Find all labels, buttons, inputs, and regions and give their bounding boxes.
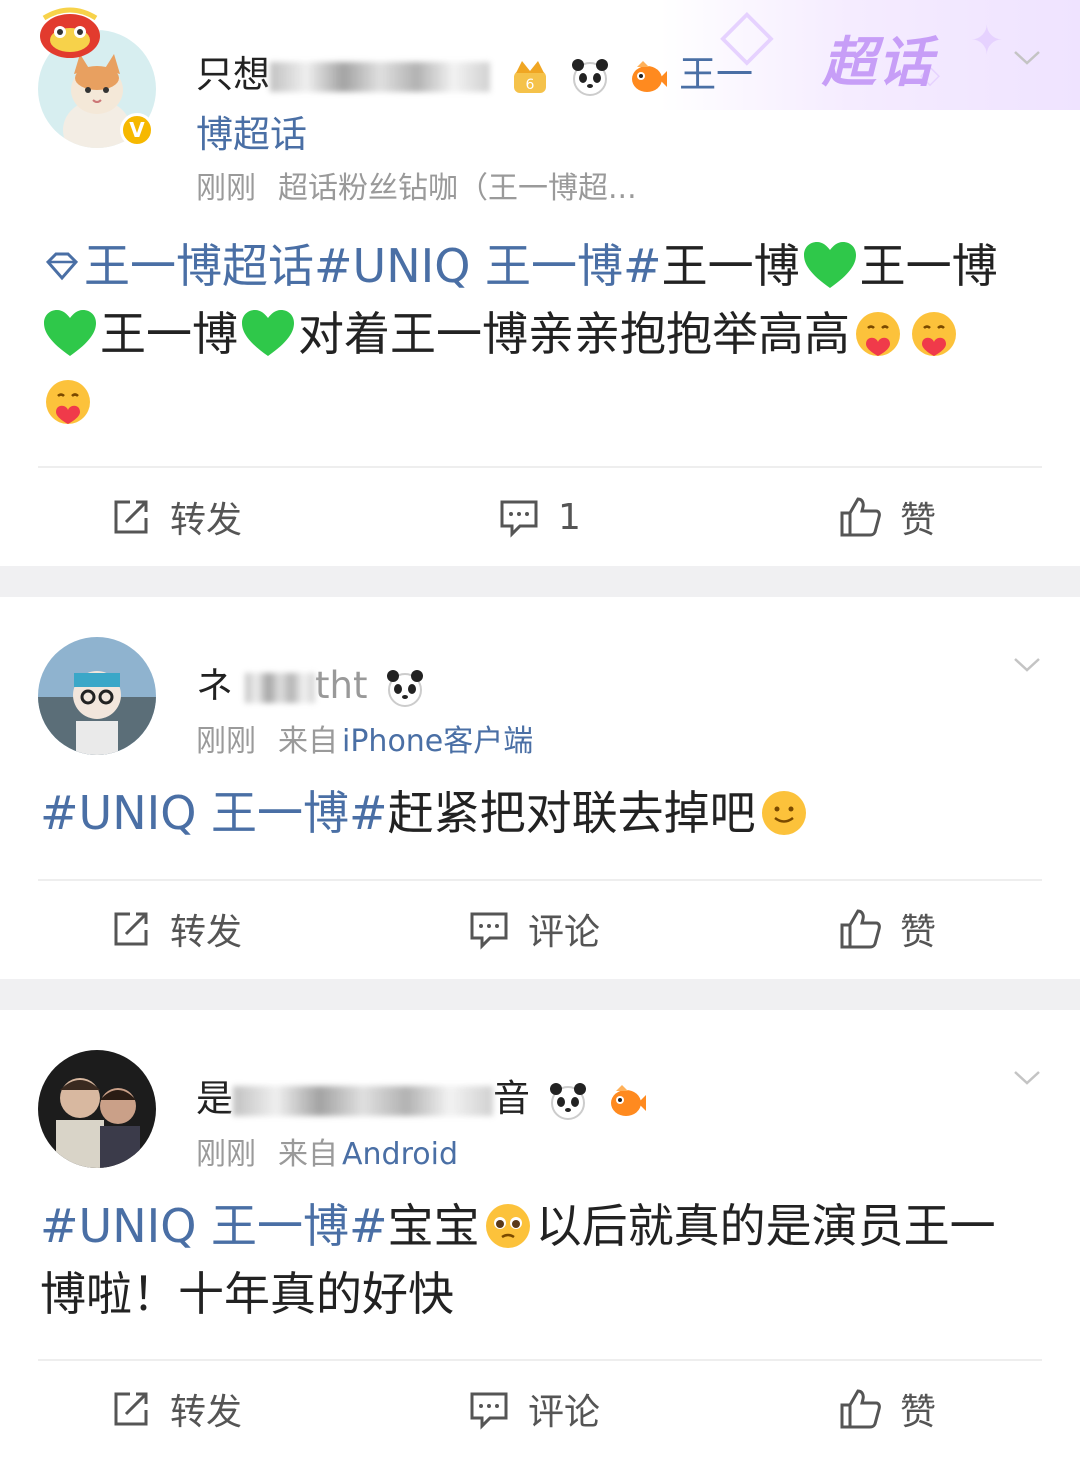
comment-icon bbox=[470, 912, 508, 950]
thumbs-up-icon bbox=[840, 1389, 881, 1429]
comment-count: 1 bbox=[558, 496, 581, 538]
post-content: #UNIQ 王一博#宝宝 以后就真的是演员王一博啦！十年真的好快 bbox=[40, 1192, 1040, 1328]
post-source-link[interactable]: iPhone客户端 bbox=[342, 724, 533, 759]
chevron-down-icon[interactable] bbox=[1012, 42, 1042, 72]
fish-icon bbox=[610, 1084, 646, 1116]
super-topic-label[interactable]: 超话 bbox=[822, 18, 934, 97]
green-heart-icon bbox=[242, 310, 294, 356]
content-text: 宝宝 bbox=[387, 1199, 480, 1253]
post-card-2: ネ tht 刚刚 来自 iPhone客户端 #UNIQ 王一博#赶紧把对联去掉吧 转发… bbox=[0, 597, 1080, 979]
avatar[interactable] bbox=[38, 1050, 156, 1168]
avatar[interactable] bbox=[38, 637, 156, 755]
content-text: 赶紧把对联去掉吧 bbox=[387, 786, 756, 840]
repost-button[interactable]: 转发 bbox=[110, 492, 242, 542]
chevron-down-icon[interactable] bbox=[1012, 1062, 1042, 1092]
post-time: 刚刚 bbox=[196, 724, 256, 759]
like-button[interactable]: 赞 bbox=[838, 492, 936, 542]
post-source-prefix: 来自 bbox=[278, 1137, 338, 1172]
content-text: 对着王一博亲亲抱抱举高高 bbox=[298, 307, 850, 361]
comment-icon bbox=[470, 1392, 508, 1430]
comment-button[interactable]: 1 bbox=[498, 492, 581, 542]
divider bbox=[38, 466, 1042, 468]
hashtag[interactable]: #UNIQ 王一博# bbox=[40, 786, 388, 840]
comment-label: 评论 bbox=[528, 912, 601, 953]
chevron-down-icon[interactable] bbox=[1012, 649, 1042, 679]
hugging-face-icon bbox=[912, 312, 956, 356]
green-heart-icon bbox=[803, 242, 856, 288]
divider bbox=[38, 1359, 1042, 1361]
username-text-end: tht bbox=[315, 664, 368, 707]
username[interactable]: 是音 bbox=[196, 1068, 646, 1122]
fish-icon bbox=[632, 60, 668, 92]
pleading-face-icon bbox=[485, 1204, 530, 1248]
content-text: 王一博 bbox=[859, 239, 998, 293]
hashtag[interactable]: #UNIQ 王一博# bbox=[40, 1199, 388, 1253]
username-redacted bbox=[233, 1085, 493, 1116]
like-label: 赞 bbox=[900, 500, 937, 541]
thumbs-up-icon bbox=[840, 909, 881, 949]
hugging-face-icon bbox=[46, 380, 90, 424]
username[interactable]: 只想 6 王一 bbox=[196, 44, 753, 98]
super-topic-tag[interactable]: 王一博超话 bbox=[84, 239, 314, 293]
svg-text:6: 6 bbox=[525, 77, 534, 93]
username-text: 只想 bbox=[196, 53, 270, 96]
comment-icon bbox=[500, 500, 538, 538]
repost-icon bbox=[114, 1392, 148, 1426]
like-button[interactable]: 赞 bbox=[838, 1384, 936, 1434]
panda-icon bbox=[571, 58, 608, 96]
divider bbox=[38, 879, 1042, 881]
comment-button[interactable]: 评论 bbox=[468, 1384, 600, 1434]
content-text: 王一博 bbox=[100, 307, 238, 361]
post-card-3: 是音 刚刚 来自 Android #UNIQ 王一博#宝宝 以后就真的是演员王一博啦！… bbox=[0, 1010, 1080, 1468]
post-meta: 刚刚 超话粉丝钻咖（王一博超... bbox=[196, 163, 637, 207]
post-meta: 刚刚 来自 Android bbox=[196, 1129, 458, 1173]
username-text: ネ bbox=[196, 664, 233, 707]
super-topic-link-line2[interactable]: 博超话 bbox=[196, 104, 307, 158]
diamond-icon bbox=[45, 252, 79, 281]
post-content: #UNIQ 王一博#赶紧把对联去掉吧 bbox=[40, 779, 1040, 847]
username[interactable]: ネ tht bbox=[196, 655, 425, 709]
repost-label: 转发 bbox=[170, 1392, 243, 1433]
comment-label: 评论 bbox=[528, 1392, 601, 1433]
repost-icon bbox=[114, 912, 148, 946]
username-redacted bbox=[245, 672, 315, 703]
repost-icon bbox=[114, 500, 148, 534]
repost-label: 转发 bbox=[170, 500, 243, 541]
thumbs-up-icon bbox=[840, 497, 881, 537]
username-text-end: 音 bbox=[493, 1077, 530, 1120]
like-label: 赞 bbox=[900, 912, 937, 953]
smile-face-icon bbox=[761, 791, 806, 835]
super-topic-link[interactable]: 王一 bbox=[679, 53, 753, 96]
like-label: 赞 bbox=[900, 1392, 937, 1433]
repost-button[interactable]: 转发 bbox=[110, 1384, 242, 1434]
lion-dance-pendant-icon bbox=[40, 7, 100, 58]
post-content: 王一博超话#UNIQ 王一博#王一博 王一博 王一博 对着王一博亲亲抱抱举高高 bbox=[40, 232, 1040, 436]
like-button[interactable]: 赞 bbox=[838, 904, 936, 954]
post-source-link[interactable]: Android bbox=[342, 1137, 458, 1172]
repost-label: 转发 bbox=[170, 912, 243, 953]
post-source: 超话粉丝钻咖（王一博超... bbox=[278, 171, 637, 206]
green-heart-icon bbox=[44, 310, 96, 356]
comment-button[interactable]: 评论 bbox=[468, 904, 600, 954]
panda-icon bbox=[549, 1082, 586, 1120]
verified-badge-icon: V bbox=[120, 113, 154, 147]
panda-icon bbox=[387, 669, 424, 707]
username-text: 是 bbox=[196, 1077, 233, 1120]
content-text: 王一博 bbox=[661, 239, 800, 293]
hashtag[interactable]: #UNIQ 王一博# bbox=[314, 239, 662, 293]
post-time: 刚刚 bbox=[196, 171, 256, 206]
post-source-prefix: 来自 bbox=[278, 724, 338, 759]
post-time: 刚刚 bbox=[196, 1137, 256, 1172]
repost-button[interactable]: 转发 bbox=[110, 904, 242, 954]
username-redacted bbox=[270, 61, 490, 92]
post-card-1: ✦ ◇ ◇ 超话 V 只想 6 王一 博超话 刚刚 超话粉丝钻咖（王一博超...… bbox=[0, 0, 1080, 566]
hugging-face-icon bbox=[856, 312, 900, 356]
crown-level-icon: 6 bbox=[513, 60, 546, 93]
post-meta: 刚刚 来自 iPhone客户端 bbox=[196, 716, 533, 760]
